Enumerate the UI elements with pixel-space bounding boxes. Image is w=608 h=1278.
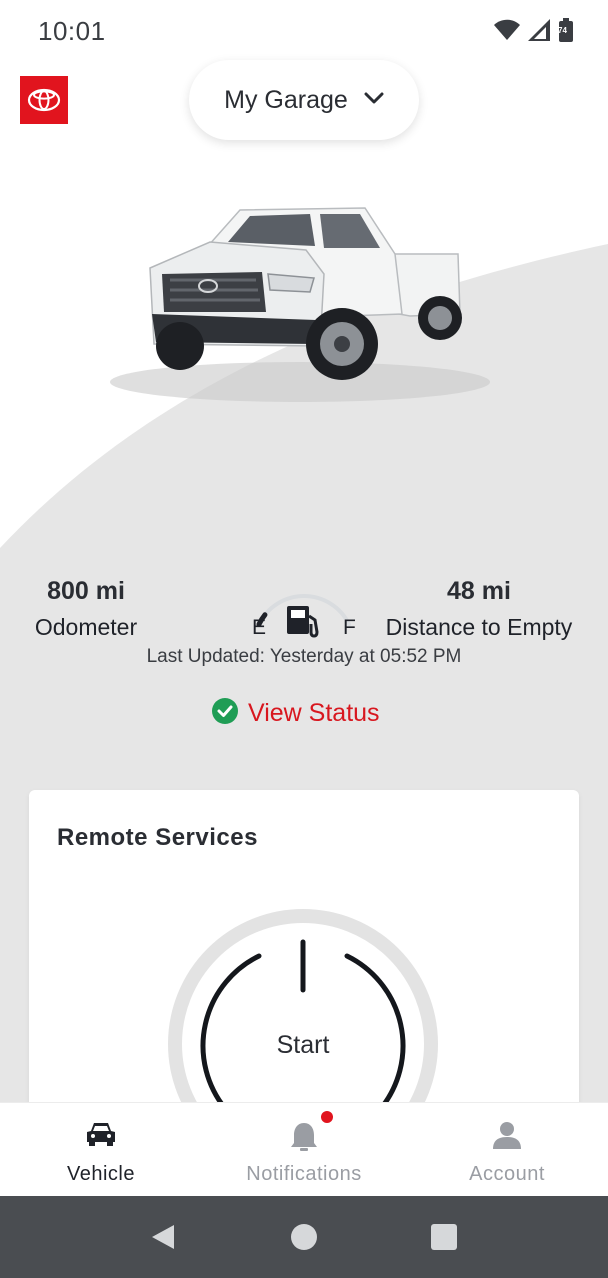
wifi-icon — [494, 19, 520, 41]
garage-selector[interactable]: My Garage — [189, 60, 419, 140]
tab-vehicle[interactable]: Vehicle — [0, 1103, 202, 1197]
garage-selector-label: My Garage — [224, 85, 348, 114]
toyota-logo — [20, 76, 68, 124]
fuel-pump-icon — [287, 606, 319, 638]
battery-level: 74 — [558, 26, 567, 35]
notification-badge — [321, 1111, 333, 1123]
person-icon — [406, 1121, 608, 1149]
check-circle-icon — [212, 697, 238, 729]
start-label: Start — [276, 1031, 330, 1059]
recents-icon[interactable] — [427, 1220, 461, 1254]
bell-icon — [203, 1121, 405, 1151]
fuel-full-label: F — [343, 616, 356, 639]
odometer-label: Odometer — [34, 614, 138, 640]
cellular-signal-icon — [528, 19, 550, 41]
tab-notifications[interactable]: Notifications — [203, 1103, 405, 1197]
last-updated: Last Updated: Yesterday at 05:52 PM — [146, 646, 462, 667]
status-bar: 10:01 74 — [0, 0, 608, 64]
odometer-value: 800 mi — [47, 577, 125, 605]
vehicle-image — [110, 207, 490, 402]
chevron-down-icon — [364, 91, 384, 110]
system-navigation-bar — [0, 1196, 608, 1278]
distance-to-empty-value: 48 mi — [447, 577, 511, 605]
bottom-tab-bar: Vehicle Notifications Account — [0, 1102, 608, 1197]
car-icon — [0, 1121, 202, 1147]
battery-icon: 74 — [558, 18, 574, 42]
tab-account[interactable]: Account — [406, 1103, 608, 1197]
vehicle-stats: 800 mi Odometer E F 48 mi Distance to Em… — [0, 560, 608, 710]
tab-account-label: Account — [469, 1163, 545, 1185]
status-time: 10:01 — [38, 16, 106, 46]
tab-vehicle-label: Vehicle — [67, 1163, 135, 1185]
remote-services-title: Remote Services — [57, 824, 258, 851]
back-icon[interactable] — [146, 1220, 180, 1254]
status-icons: 74 — [494, 18, 574, 42]
view-status-link[interactable]: View Status — [212, 696, 380, 730]
view-status-label: View Status — [248, 698, 380, 727]
home-icon[interactable] — [287, 1220, 321, 1254]
distance-to-empty-label: Distance to Empty — [385, 614, 573, 640]
tab-notifications-label: Notifications — [246, 1163, 362, 1185]
fuel-empty-label: E — [252, 616, 267, 639]
